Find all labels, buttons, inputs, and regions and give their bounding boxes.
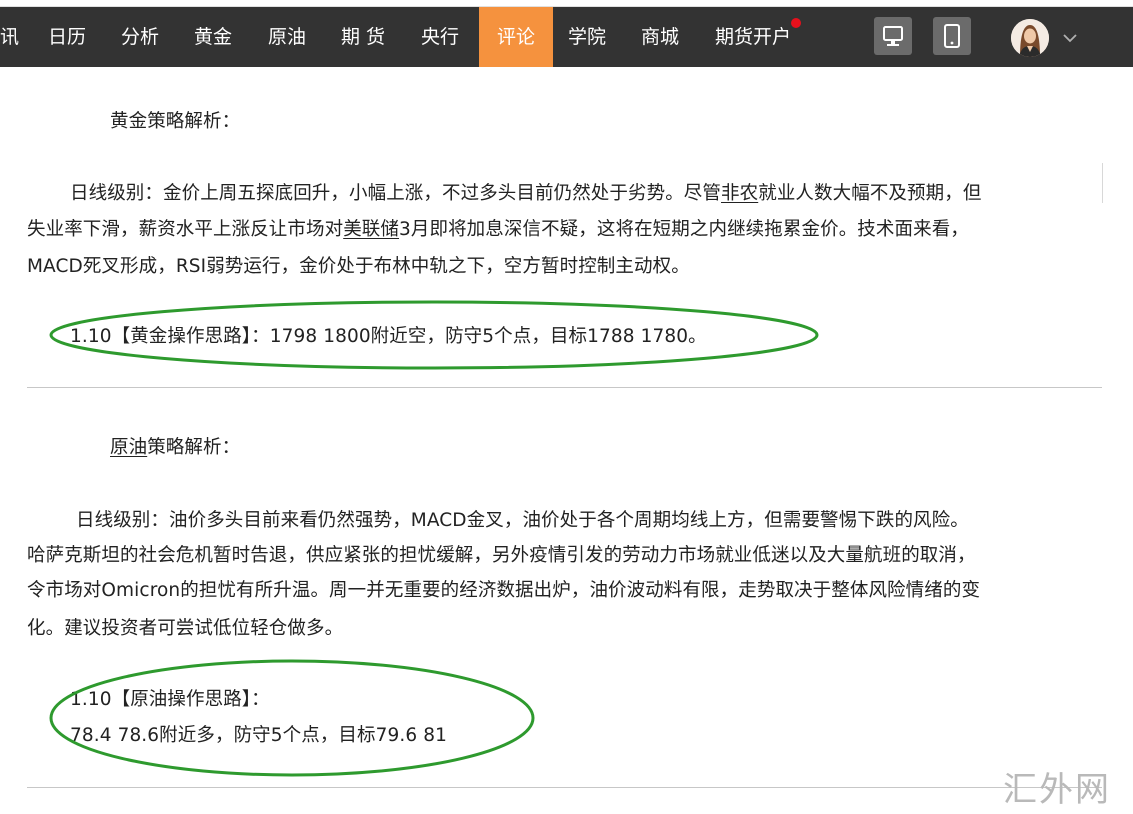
oil-paragraph-line3: 令市场对Omicron的担忧有所升温。周一并无重要的经济数据出炉，油价波动料有限… [27, 580, 981, 601]
oil-paragraph-line4: 化。建议投资者可尝试低位轻仓做多。 [27, 618, 344, 639]
oil-trade-plan-body: 78.4 78.6附近多，防守5个点，目标79.6 81 [70, 725, 447, 746]
notification-dot [791, 18, 802, 28]
top-strip [0, 0, 1133, 7]
gold-paragraph-line1: 日线级别：金价上周五探底回升，小幅上涨，不过多头目前仍然处于劣势。尽管非农就业人… [70, 179, 981, 205]
link-fed[interactable]: 美联储 [343, 219, 399, 240]
oil-paragraph-line1: 日线级别：油价多头目前来看仍然强势，MACD金叉，油价处于各个周期均线上方，但需… [76, 510, 969, 531]
nav-item-analysis[interactable]: 分析 [121, 7, 159, 67]
nav-item-calendar[interactable]: 日历 [48, 7, 86, 67]
nav-item-mall[interactable]: 商城 [641, 7, 679, 67]
gold-p1-text-a: 日线级别：金价上周五探底回升，小幅上涨，不过多头目前仍然处于劣势。尽管 [70, 183, 722, 204]
gold-trade-plan: 1.10【黄金操作思路】：1798 1800附近空，防守5个点，目标1788 1… [70, 326, 707, 347]
mobile-icon [944, 24, 960, 48]
main-nav: 讯 日历 分析 黄金 原油 期 货 央行 评论 学院 商城 期货开户 [0, 7, 1133, 67]
oil-trade-plan-title: 1.10【原油操作思路】： [70, 689, 270, 710]
article-body: 黄金策略解析： 日线级别：金价上周五探底回升，小幅上涨，不过多头目前仍然处于劣势… [0, 67, 1133, 814]
watermark: 汇外网 [1003, 770, 1111, 810]
mobile-button[interactable] [933, 17, 971, 55]
oil-paragraph-line2: 哈萨克斯坦的社会危机暂时告退，供应紧张的担忧缓解，另外疫情引发的劳动力市场就业低… [27, 545, 976, 566]
avatar[interactable] [1011, 19, 1049, 57]
nav-item-central-bank[interactable]: 央行 [421, 7, 459, 67]
nav-item-futures[interactable]: 期 货 [341, 7, 385, 67]
gold-paragraph-line2: 失业率下滑，薪资水平上涨反让市场对美联储3月即将加息深信不疑，这将在短期之内继续… [27, 215, 969, 241]
gold-p1-text-b: 就业人数大幅不及预期，但 [758, 183, 982, 204]
link-oil[interactable]: 原油 [110, 437, 147, 458]
column-divider [1102, 163, 1103, 203]
section-divider-bottom [27, 787, 1102, 788]
nav-item-commentary[interactable]: 评论 [479, 7, 553, 67]
nav-item-gold[interactable]: 黄金 [194, 7, 232, 67]
gold-strategy-heading: 黄金策略解析： [110, 111, 241, 132]
nav-item-academy[interactable]: 学院 [568, 7, 606, 67]
oil-heading-rest: 策略解析： [147, 437, 241, 458]
nav-item-oil[interactable]: 原油 [268, 7, 306, 67]
nav-item-futures-account[interactable]: 期货开户 [715, 7, 802, 67]
avatar-image [1011, 19, 1049, 57]
nav-item-news[interactable]: 讯 [0, 7, 19, 67]
gold-paragraph-line3: MACD死叉形成，RSI弱势运行，金价处于布林中轨之下，空方暂时控制主动权。 [27, 256, 690, 277]
gold-p2-text-b: 3月即将加息深信不疑，这将在短期之内继续拖累金价。技术面来看， [399, 219, 969, 240]
chevron-down-icon[interactable] [1060, 30, 1080, 46]
desktop-button[interactable] [874, 17, 912, 55]
section-divider [27, 387, 1102, 388]
oil-strategy-heading: 原油策略解析： [110, 433, 240, 459]
link-nonfarm[interactable]: 非农 [721, 183, 758, 204]
gold-p2-text-a: 失业率下滑，薪资水平上涨反让市场对 [27, 219, 344, 240]
desktop-icon [883, 26, 903, 46]
nav-item-futures-account-label: 期货开户 [715, 26, 792, 48]
